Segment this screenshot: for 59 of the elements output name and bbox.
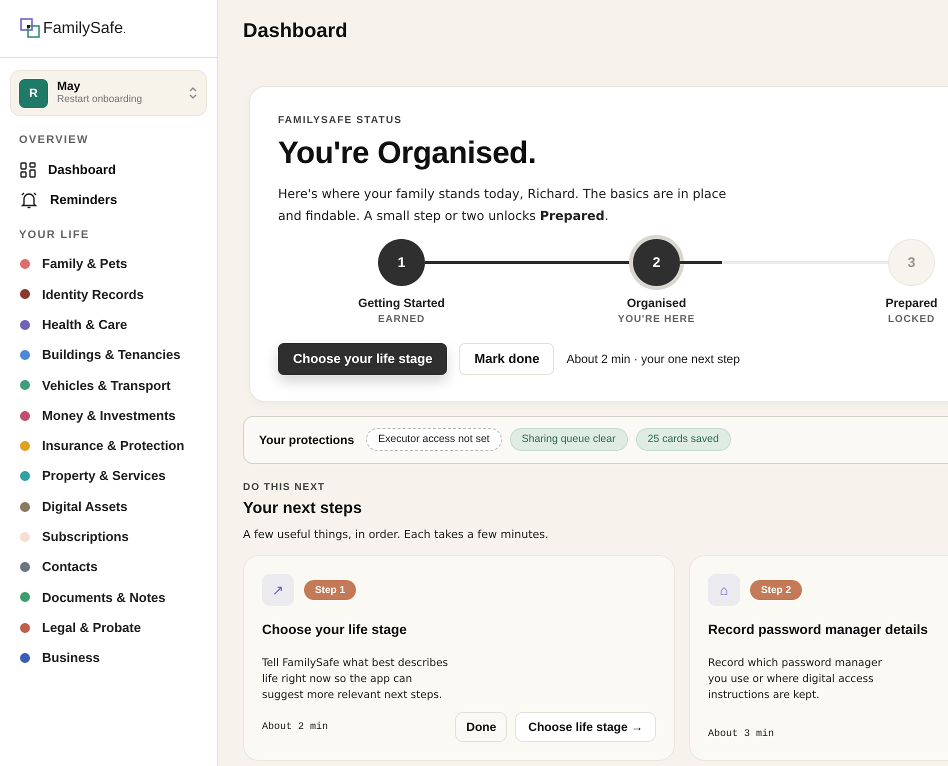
nav-item[interactable]: Identity Records: [20, 279, 217, 310]
step-icon: ↗: [262, 574, 294, 606]
step-label: Prepared: [885, 294, 938, 312]
step-title: Record password manager details: [708, 621, 929, 640]
step-caption: EARNED: [378, 312, 426, 327]
action-button[interactable]: Choose life stage →: [515, 712, 656, 742]
step-description: Tell FamilySafe what best describes life right now so the app can suggest more relevant next steps.: [262, 656, 450, 702]
nav-item[interactable]: Legal & Probate: [20, 612, 217, 643]
status-chip: Sharing queue clear: [510, 428, 628, 452]
profile-subtitle: Restart onboarding: [57, 94, 144, 107]
nav-item[interactable]: Digital Assets: [20, 491, 217, 522]
status-title: You're Organised.: [278, 134, 538, 172]
brand-name: FamilySafe.: [43, 18, 126, 38]
section-heading: YOUR LIFE: [19, 228, 91, 242]
step-badge: Step 1: [304, 580, 356, 600]
time-estimate: About 2 min: [262, 720, 328, 735]
nav-item[interactable]: Reminders: [10, 184, 207, 214]
avatar: R: [19, 78, 48, 108]
nav-item[interactable]: Health & Care: [20, 310, 217, 340]
section-eyebrow: DO THIS NEXT: [243, 480, 326, 495]
time-estimate: About 3 min: [708, 728, 774, 742]
nav-item[interactable]: Subscriptions: [20, 522, 217, 552]
nav-item[interactable]: Dashboard: [10, 154, 207, 184]
status-chip: Executor access not set: [366, 428, 502, 452]
nav-item[interactable]: Money & Investments: [20, 400, 217, 431]
logo-icon: [20, 18, 42, 40]
nav-item[interactable]: Vehicles & Transport: [20, 370, 217, 400]
page-title: Dashboard: [243, 19, 348, 44]
step-caption: YOU'RE HERE: [618, 312, 696, 327]
nav-item[interactable]: Contacts: [20, 552, 217, 582]
protections-label: Your protections: [259, 432, 354, 449]
time-note: About 2 min · your one next step: [566, 350, 740, 368]
card-eyebrow: FAMILYSAFE STATUS: [278, 114, 404, 128]
nav-item[interactable]: Buildings & Tenancies: [20, 340, 217, 370]
nav-item[interactable]: Business: [20, 642, 217, 674]
status-chip: 25 cards saved: [636, 428, 731, 452]
step-badge: Step 2: [750, 580, 802, 600]
step-title: Choose your life stage: [262, 621, 408, 640]
nav-item[interactable]: Insurance & Protection: [20, 430, 217, 462]
step-label: Organised: [626, 294, 686, 312]
nav-item[interactable]: Family & Pets: [20, 249, 217, 280]
profile-name: May: [57, 79, 82, 94]
nav-item[interactable]: Property & Services: [20, 461, 217, 492]
section-heading: OVERVIEW: [19, 133, 90, 148]
step-description: Record which password manager you use or where digital access instructions are kept.: [708, 656, 883, 702]
chevron-updown-icon: [188, 86, 198, 100]
grid-icon: [20, 162, 36, 178]
done-button[interactable]: Done: [455, 712, 508, 742]
primary-button[interactable]: Choose your life stage: [278, 342, 448, 375]
status-description: Here's where your family stands today, Richard. The basics are in place and findable. A small step or two unlocks Prepared.: [278, 184, 728, 225]
section-title: Your next steps: [243, 498, 363, 519]
bell-icon: [20, 190, 38, 208]
nav-item[interactable]: Documents & Notes: [20, 582, 217, 613]
profile-switcher[interactable]: R May Restart onboarding: [10, 70, 207, 116]
mark-done-button[interactable]: Mark done: [459, 342, 554, 375]
section-subtitle: A few useful things, in order. Each takes a few minutes.: [243, 526, 550, 543]
step-label: Getting Started: [358, 294, 445, 312]
step-icon: ⌂: [708, 574, 740, 606]
step-caption: LOCKED: [888, 312, 936, 327]
